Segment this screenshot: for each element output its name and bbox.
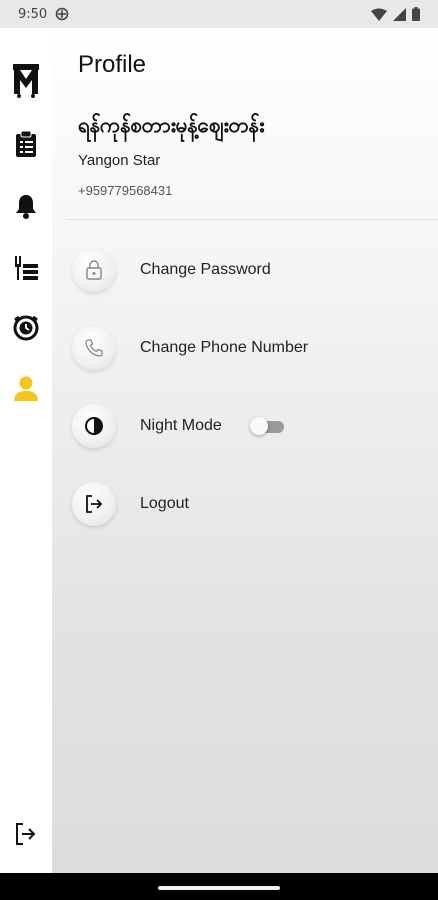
- exit-icon: [16, 823, 36, 845]
- profile-user-icon: [14, 376, 38, 401]
- exit-button[interactable]: [8, 816, 44, 852]
- shop-english-name: Yangon Star: [78, 152, 161, 169]
- lock-icon: [86, 260, 102, 280]
- system-navigation-bar: [0, 873, 438, 900]
- signal-icon: [393, 7, 406, 21]
- contrast-icon: [85, 417, 103, 435]
- phone-icon: [85, 339, 103, 357]
- shop-name: ရန်ကုန်စတားမုန့်ဈေးတန်း: [78, 113, 265, 137]
- orders-button[interactable]: [8, 126, 44, 162]
- logout-label: Logout: [140, 495, 189, 512]
- notifications-button[interactable]: [8, 188, 44, 224]
- status-time: 9:50: [18, 6, 48, 22]
- bell-icon: [16, 195, 36, 219]
- data-saver-icon: [55, 7, 69, 21]
- night-mode-item[interactable]: Night Mode: [72, 402, 412, 450]
- change-phone-label: Change Phone Number: [140, 339, 309, 356]
- navigation-rail: [0, 28, 52, 873]
- orders-clipboard-icon: [16, 130, 36, 157]
- logout-item[interactable]: Logout: [72, 480, 412, 528]
- logout-icon: [86, 495, 103, 513]
- shop-logo-icon: [13, 64, 39, 98]
- wifi-icon: [371, 8, 387, 21]
- logout-icon-wrap: [72, 482, 116, 526]
- status-bar: 9:50: [0, 0, 438, 28]
- menu-management-button[interactable]: [8, 250, 44, 286]
- night-mode-label: Night Mode: [140, 417, 222, 434]
- change-phone-item[interactable]: Change Phone Number: [72, 324, 412, 372]
- shop-logo-button[interactable]: [8, 62, 44, 98]
- history-clock-icon: [13, 315, 39, 341]
- battery-icon: [412, 7, 420, 21]
- change-password-label: Change Password: [140, 261, 271, 278]
- profile-panel: Profile ရန်ကုန်စတားမုန့်ဈေးတန်း Yangon S…: [52, 28, 438, 873]
- menu-food-icon: [15, 256, 38, 280]
- divider: [66, 219, 438, 220]
- night-mode-toggle[interactable]: [249, 417, 284, 435]
- change-password-icon-wrap: [72, 248, 116, 292]
- change-password-item[interactable]: Change Password: [72, 246, 412, 294]
- home-gesture-handle[interactable]: [158, 886, 280, 890]
- night-mode-icon-wrap: [72, 404, 116, 448]
- profile-button[interactable]: [8, 370, 44, 406]
- toggle-thumb: [249, 417, 268, 435]
- page-title: Profile: [78, 51, 147, 78]
- shop-phone-number: +959779568431: [78, 183, 173, 198]
- change-phone-icon-wrap: [72, 326, 116, 370]
- history-button[interactable]: [8, 310, 44, 346]
